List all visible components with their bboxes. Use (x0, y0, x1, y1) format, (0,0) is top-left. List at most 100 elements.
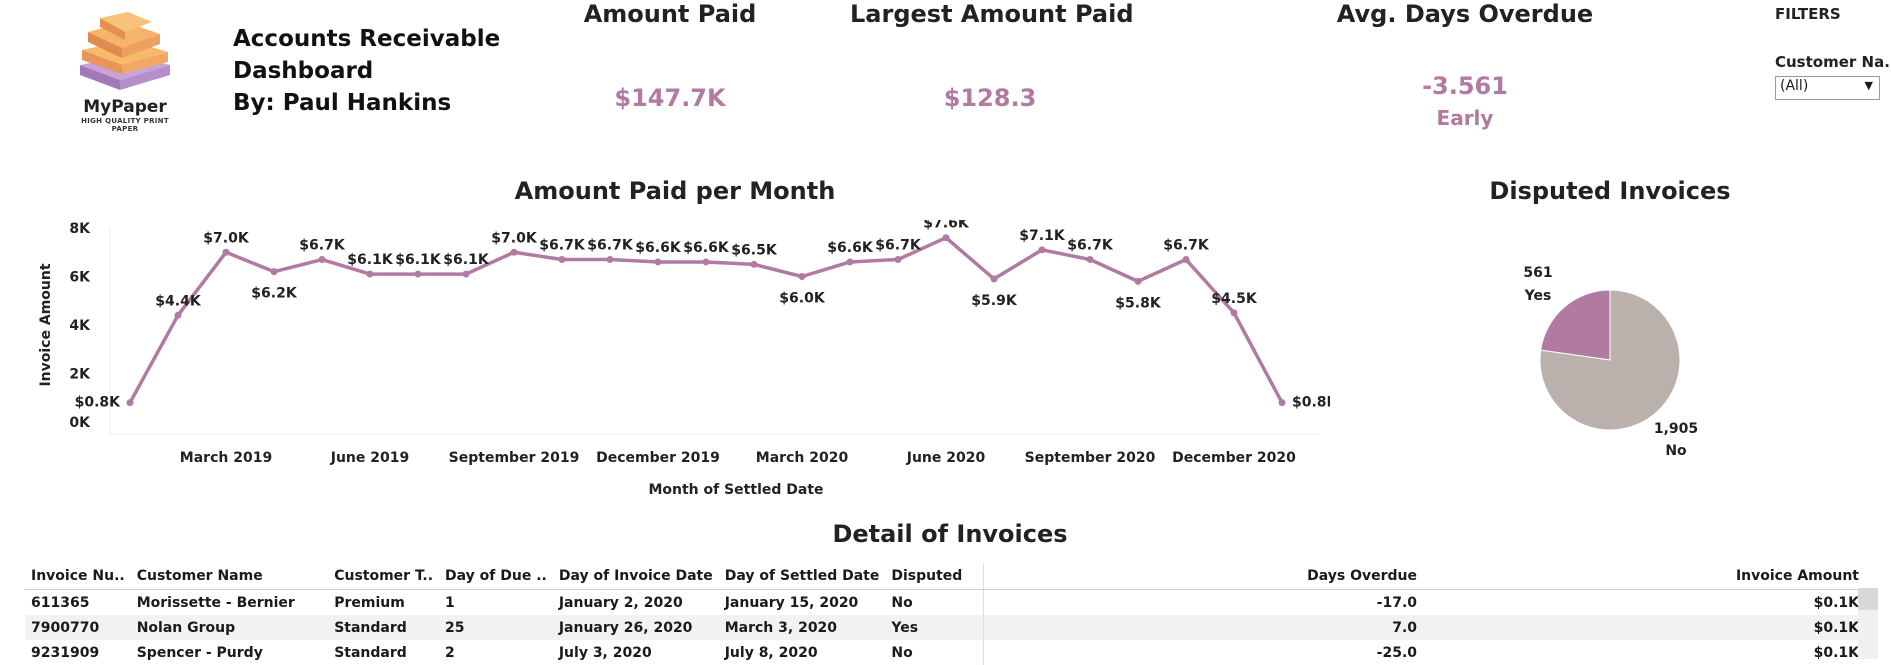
data-label: $6.2K (251, 286, 298, 302)
data-label: $6.6K (683, 240, 730, 256)
table-title: Detail of Invoices (832, 520, 1068, 548)
data-label: $4.4K (155, 293, 202, 309)
y-axis-label: Invoice Amount (38, 263, 54, 386)
logo: MyPaper HIGH QUALITY PRINT PAPER (70, 10, 180, 133)
data-point (1278, 399, 1286, 407)
data-label: $0.8K (1292, 395, 1330, 411)
data-point (702, 258, 710, 266)
column-header[interactable]: Day of Invoice Date (552, 563, 719, 590)
x-tick-label: June 2020 (906, 450, 986, 466)
data-point (1134, 277, 1142, 285)
dropdown-arrow-icon[interactable]: ▼ (1865, 79, 1873, 92)
y-tick-label: 8K (69, 221, 91, 237)
table-cell: No (891, 644, 913, 661)
data-point (654, 258, 662, 266)
table-scrollbar-thumb[interactable] (1858, 588, 1878, 610)
data-label: $6.1K (395, 252, 442, 268)
filters-label: FILTERS (1775, 5, 1841, 23)
kpi-amount-paid-value: $147.7K (614, 84, 726, 112)
table-row[interactable]: 611365 Morissette - Bernier Premium 1 Januar… (25, 589, 1865, 615)
pie-label-yes-name: Yes (1524, 288, 1552, 304)
table-cell: January 26, 2020 (558, 619, 693, 636)
data-point (366, 270, 374, 278)
data-point (414, 270, 422, 278)
table-scrollbar[interactable] (1858, 588, 1878, 659)
amount-paid-line-chart: 0K 2K 4K 6K 8K Invoice Amount March 2019 June 2… (38, 220, 1330, 495)
data-label: $4.5K (1211, 291, 1258, 307)
table-cell: Spencer - Purdy (136, 644, 263, 661)
books-logo-icon (80, 12, 170, 90)
column-header[interactable]: Disputed (885, 563, 984, 590)
data-point (606, 256, 614, 264)
table-cell: $0.1K (1813, 594, 1859, 611)
column-header[interactable]: Days Overdue (983, 563, 1424, 590)
column-header[interactable]: Customer Name (130, 563, 329, 590)
column-header[interactable]: Invoice Nu.. (25, 563, 131, 590)
data-point (894, 256, 902, 264)
logo-tagline: HIGH QUALITY PRINT PAPER (81, 117, 169, 133)
data-point (798, 273, 806, 280)
table-cell: Premium (334, 594, 405, 611)
disputed-invoices-pie-chart: 561 Yes 1,905 No (1523, 265, 1698, 459)
data-label: $0.8K (75, 395, 122, 411)
data-point (846, 258, 854, 266)
data-point (942, 234, 950, 242)
data-point (510, 248, 518, 256)
data-point (222, 248, 230, 256)
data-label: $6.0K (779, 291, 826, 307)
kpi-avg-days-overdue-value: -3.561 (1422, 72, 1508, 100)
table-cell: Standard (334, 619, 407, 636)
data-point (750, 260, 758, 268)
dashboard-title-line-1: Accounts Receivable (233, 26, 501, 52)
data-label: $7.1K (1019, 228, 1066, 244)
data-label: $6.6K (827, 240, 874, 256)
data-label: $6.7K (1067, 238, 1114, 254)
data-label: $6.7K (875, 238, 922, 254)
data-point (270, 268, 278, 276)
table-cell: -25.0 (983, 640, 1424, 665)
data-label: $6.7K (299, 238, 346, 254)
table-cell: 611365 (31, 594, 90, 611)
table-cell: 25 (445, 619, 465, 636)
table-cell: 7900770 (31, 619, 100, 636)
data-label: $6.7K (539, 238, 586, 254)
data-label: $6.7K (587, 238, 634, 254)
y-tick-label: 0K (69, 415, 91, 431)
table-row[interactable]: 9231909 Spencer - Purdy Standard 2 July 3, 2… (25, 640, 1865, 665)
data-point (558, 256, 566, 264)
data-label: $6.6K (635, 240, 682, 256)
table-cell: July 3, 2020 (558, 644, 652, 661)
data-label: $6.7K (1163, 238, 1210, 254)
dashboard-title: Accounts Receivable Dashboard By: Paul H… (233, 23, 500, 119)
y-tick-label: 2K (69, 367, 91, 383)
x-tick-label: June 2019 (330, 450, 409, 466)
y-tick-label: 6K (69, 270, 91, 286)
table-cell: January 15, 2020 (724, 594, 859, 611)
data-label: $7.0K (203, 230, 250, 246)
table-cell: Morissette - Bernier (136, 594, 295, 611)
column-header[interactable]: Invoice Amount (1423, 563, 1865, 590)
column-header[interactable]: Customer T.. (328, 563, 440, 590)
invoice-table: Invoice Nu.. Customer Name Customer T.. Day… (25, 563, 1865, 665)
pie-chart-title: Disputed Invoices (1489, 177, 1731, 205)
data-point (1086, 256, 1094, 264)
x-tick-label: March 2019 (180, 450, 272, 466)
data-label: $7.6K (923, 220, 970, 232)
table-cell: Nolan Group (136, 619, 236, 636)
data-point (126, 399, 134, 407)
column-header[interactable]: Day of Settled Date (718, 563, 886, 590)
filter-customer-name-label: Customer Na.. (1775, 53, 1891, 71)
table-row[interactable]: 7900770 Nolan Group Standard 25 January 26, … (25, 615, 1865, 640)
customer-name-filter-dropdown[interactable]: (All) ▼ (1775, 76, 1880, 100)
table-cell: 1 (445, 594, 455, 611)
data-point (462, 270, 470, 278)
kpi-largest-amount-title: Largest Amount Paid (850, 0, 1134, 28)
logo-name: MyPaper (83, 97, 167, 117)
data-point (318, 256, 326, 264)
table-cell: 7.0 (983, 615, 1424, 640)
column-header[interactable]: Day of Due .. (439, 563, 553, 590)
x-tick-label: March 2020 (756, 450, 849, 466)
data-label: $7.0K (491, 230, 538, 246)
data-label: $6.1K (347, 252, 394, 268)
table-cell: Standard (334, 644, 407, 661)
